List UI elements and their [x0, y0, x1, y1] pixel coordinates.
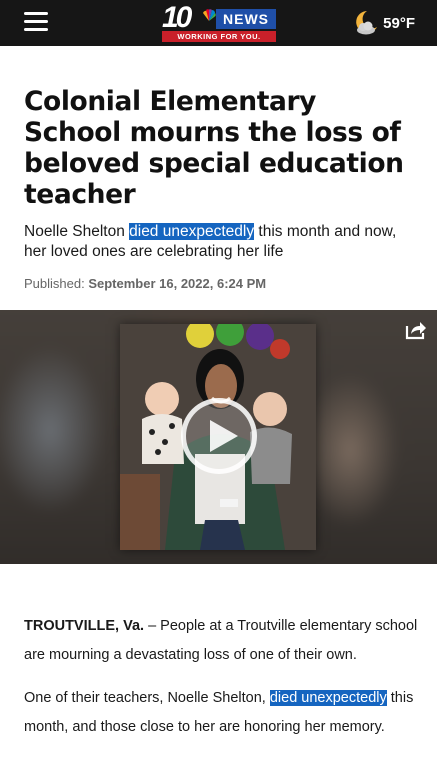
site-header: 10 NEWS WORKING FOR YOU. 59°F — [0, 0, 437, 46]
article-paragraph: TROUTVILLE, Va. – People at a Troutville… — [24, 612, 419, 670]
play-button[interactable] — [181, 398, 257, 474]
subhead-text-before: Noelle Shelton — [24, 223, 130, 240]
published-datetime: September 16, 2022, 6:24 PM — [88, 276, 267, 291]
weather-widget[interactable]: 59°F — [351, 8, 415, 38]
logo-tagline: WORKING FOR YOU. — [162, 31, 276, 42]
dateline: TROUTVILLE, Va. — [24, 618, 145, 634]
station-logo[interactable]: 10 NEWS WORKING FOR YOU. — [160, 3, 278, 43]
logo-number: 10 — [162, 1, 192, 34]
published-label: Published: — [24, 276, 85, 291]
paragraph-highlight: died unexpectedly — [269, 690, 387, 706]
play-icon — [210, 420, 238, 452]
hamburger-menu-icon[interactable] — [24, 12, 48, 32]
article-paragraph: One of their teachers, Noelle Shelton, d… — [24, 684, 419, 742]
peacock-icon — [203, 9, 216, 21]
article-subhead: Noelle Shelton died unexpectedly this mo… — [24, 222, 419, 262]
paragraph-text-before: One of their teachers, Noelle Shelton, — [24, 690, 270, 706]
logo-news: NEWS — [216, 9, 276, 29]
video-player[interactable] — [0, 310, 437, 564]
moon-cloud-icon — [356, 11, 378, 35]
share-icon[interactable] — [405, 320, 427, 340]
published-date: Published: September 16, 2022, 6:24 PM — [24, 276, 419, 291]
subhead-highlight: died unexpectedly — [129, 223, 255, 240]
temperature: 59°F — [383, 14, 415, 32]
article-headline: Colonial Elementary School mourns the lo… — [24, 86, 404, 210]
